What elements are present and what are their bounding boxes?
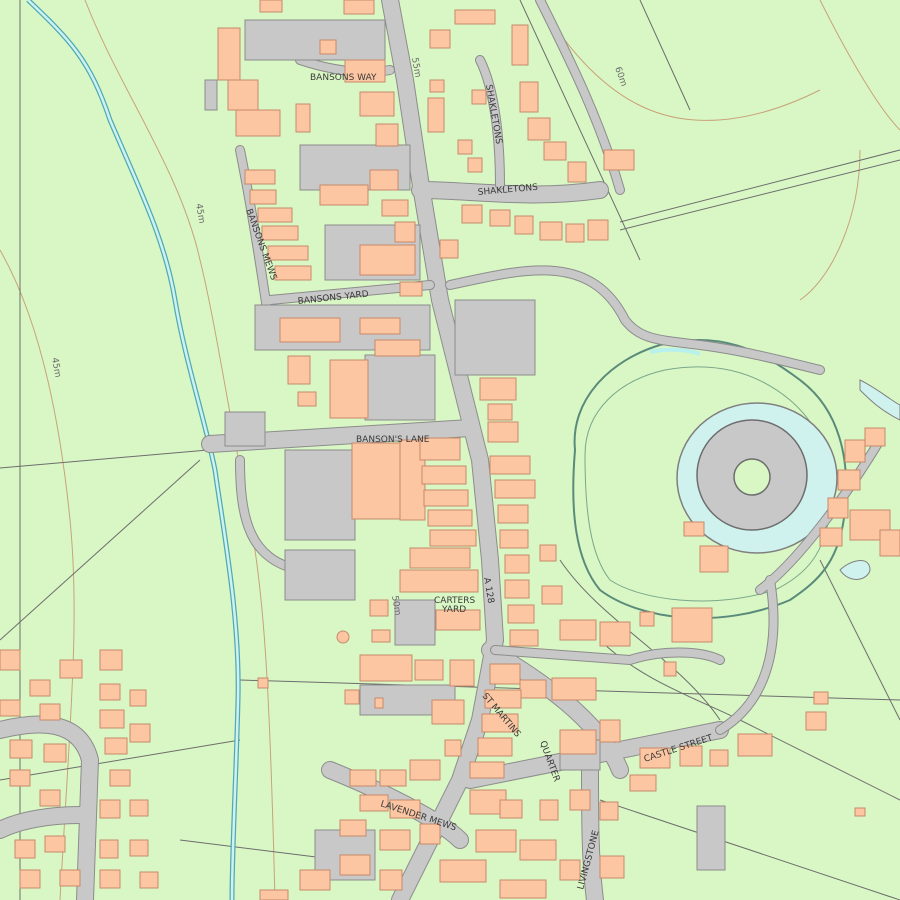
label-bansons-way: BANSONS WAY — [310, 73, 377, 83]
label-carters-yard-2: YARD — [441, 605, 466, 615]
label-bansons-lane: BANSON'S LANE — [356, 435, 430, 445]
motte-top — [733, 458, 771, 496]
small-pond — [336, 630, 350, 644]
os-mastermap[interactable]: BANSONS WAY SHAKLETONS SHAKLETONS BANSON… — [0, 0, 900, 900]
